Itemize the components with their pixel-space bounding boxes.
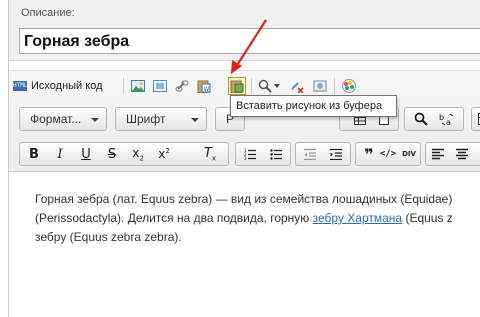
content-text: (Equus z [402, 211, 453, 225]
subscript-button[interactable]: x2 [128, 144, 148, 164]
paste-word-icon: W [197, 80, 211, 93]
title-input[interactable]: Горная зебра [19, 28, 480, 54]
content-line: Горная зебра (лат. Equus zebra) — вид из… [35, 192, 453, 206]
italic-icon: I [57, 146, 63, 162]
tooltip: Вставить рисунок из буфера [230, 95, 397, 117]
paste-word-button[interactable]: W [195, 77, 213, 95]
editor-toolbar: HTML Исходный код W Формат... Шрифт Р b … [9, 70, 480, 172]
paste-image-icon [230, 80, 244, 93]
format-dropdown[interactable]: Формат... [19, 107, 107, 131]
button-group: ba [404, 107, 464, 131]
content-text: (Perissodactyla). Делится на два подвида… [35, 211, 313, 225]
find-dropdown-button[interactable] [271, 77, 283, 95]
chevron-down-icon [274, 84, 280, 88]
strikethrough-button[interactable]: S [102, 144, 122, 164]
align-right-button[interactable] [476, 144, 480, 164]
indent-icon [330, 148, 342, 160]
code-button[interactable]: </> [378, 144, 398, 164]
search-button[interactable] [411, 109, 431, 129]
subscript-icon: x2 [132, 145, 144, 163]
separator [123, 78, 124, 94]
html-source-icon: HTML [13, 81, 28, 91]
chevron-down-icon [191, 118, 199, 122]
list-group: 123 [235, 142, 291, 166]
svg-text:3: 3 [244, 156, 247, 160]
align-left-icon [432, 148, 444, 160]
insert-flash-button[interactable] [151, 77, 169, 95]
superscript-button[interactable]: x2 [154, 144, 174, 164]
replace-icon: ba [439, 113, 454, 126]
insert-image-button[interactable] [129, 77, 147, 95]
search-icon [258, 79, 272, 93]
description-section: Описание: Горная зебра [9, 0, 480, 61]
align-group [425, 142, 480, 166]
align-left-button[interactable] [428, 144, 448, 164]
div-container-icon: DIV [402, 149, 416, 158]
align-center-icon [456, 148, 468, 160]
replace-button[interactable]: ba [437, 109, 457, 129]
chevron-down-icon [91, 118, 99, 122]
editor-frame: Описание: Горная зебра HTML Исходный код… [8, 0, 480, 317]
source-code-button[interactable]: HTML Исходный код [13, 76, 103, 96]
bullet-list-icon [270, 149, 282, 160]
bullet-list-button[interactable] [266, 144, 286, 164]
separator [251, 78, 252, 94]
indent-button[interactable] [326, 144, 346, 164]
description-label: Описание: [21, 7, 75, 19]
editor-content[interactable]: Горная зебра (лат. Equus zebra) — вид из… [35, 190, 480, 247]
separator [334, 78, 335, 94]
more-button[interactable] [474, 109, 480, 129]
align-center-button[interactable] [452, 144, 472, 164]
numbered-list-button[interactable]: 123 [240, 144, 260, 164]
format-dropdown-label: Формат... [30, 112, 82, 126]
content-line: (Perissodactyla). Делится на два подвида… [35, 209, 480, 228]
font-dropdown-label: Шрифт [126, 112, 166, 126]
insert-link-button[interactable] [173, 77, 191, 95]
text-format-group: B I U S x2 x2 Tx [19, 142, 229, 166]
strikethrough-icon: S [107, 146, 117, 162]
superscript-icon: x2 [158, 147, 170, 161]
clear-format-button[interactable]: Tx [200, 144, 220, 164]
bold-button[interactable]: B [24, 144, 44, 164]
link-icon [175, 80, 189, 92]
italic-button[interactable]: I [50, 144, 70, 164]
toolbar-row-3: B I U S x2 x2 Tx 123 ❞ </> DIV [9, 139, 480, 167]
button-group [471, 107, 480, 131]
blockquote-icon: ❞ [364, 144, 374, 164]
clear-format-icon: Tx [203, 145, 217, 163]
paste-image-from-buffer-button[interactable] [228, 77, 246, 95]
svg-text:a: a [446, 118, 451, 126]
image-icon [131, 80, 145, 92]
outdent-button[interactable] [300, 144, 320, 164]
bold-icon: B [29, 146, 39, 162]
search-icon [414, 112, 428, 126]
content-line: зебру (Equus zebra zebra). [35, 230, 182, 244]
font-dropdown[interactable]: Шрифт [115, 107, 207, 131]
indent-group [295, 142, 351, 166]
blockquote-button[interactable]: ❞ [359, 144, 379, 164]
source-code-label: Исходный код [31, 80, 103, 92]
unlink-icon [291, 82, 304, 93]
svg-text:b: b [439, 113, 444, 122]
hartmann-zebra-link[interactable]: зебру Хартмана [313, 211, 402, 225]
numbered-list-icon: 123 [244, 148, 256, 160]
code-icon: </> [379, 149, 397, 159]
div-button[interactable]: DIV [399, 144, 419, 164]
remove-format-button[interactable] [288, 77, 306, 95]
media-icon [153, 80, 167, 92]
svg-text:W: W [204, 86, 210, 93]
underline-icon: U [81, 146, 91, 162]
outdent-icon [304, 148, 316, 160]
underline-button[interactable]: U [76, 144, 96, 164]
block-group: ❞ </> DIV [355, 142, 421, 166]
preview-icon [313, 80, 327, 92]
preview-button[interactable] [311, 77, 329, 95]
palette-icon [342, 79, 356, 93]
color-palette-button[interactable] [340, 77, 358, 95]
